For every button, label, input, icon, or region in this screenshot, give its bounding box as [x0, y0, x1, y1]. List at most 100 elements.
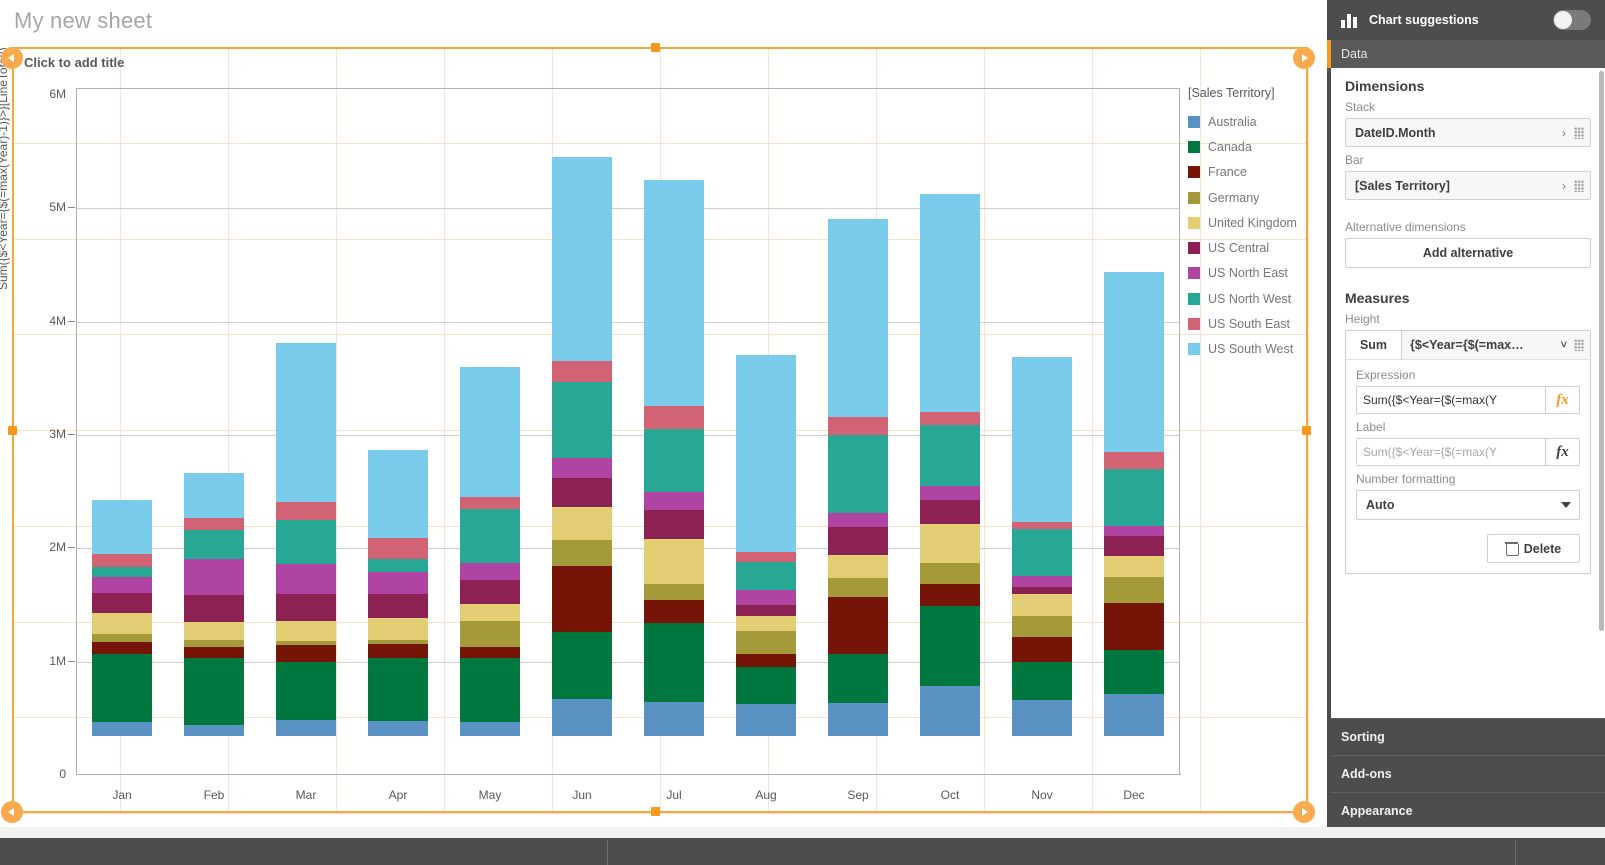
bar-segment[interactable] [828, 597, 888, 654]
bar-segment[interactable] [276, 501, 336, 520]
resize-handle-top-left[interactable] [1, 47, 23, 69]
bar-segment[interactable] [92, 641, 152, 655]
chevron-right-icon[interactable]: › [1562, 179, 1566, 193]
bar-segment[interactable] [552, 458, 612, 479]
drag-handle-icon[interactable] [1574, 339, 1584, 351]
bar-segment[interactable] [828, 526, 888, 556]
bar-segment[interactable] [644, 622, 704, 702]
bar-segment[interactable] [184, 647, 244, 659]
resize-handle-bottom[interactable] [651, 807, 660, 816]
bar-segment[interactable] [368, 449, 428, 539]
bar-segment[interactable] [644, 702, 704, 736]
bar-segment[interactable] [644, 584, 704, 600]
bar-segment[interactable] [460, 603, 520, 621]
bar-segment[interactable] [184, 517, 244, 531]
bar-stack[interactable] [1104, 272, 1164, 736]
bar-segment[interactable] [276, 594, 336, 621]
legend-item[interactable]: US North East [1188, 261, 1318, 286]
bar-segment[interactable] [644, 405, 704, 429]
bar-segment[interactable] [368, 721, 428, 736]
bar-segment[interactable] [828, 435, 888, 514]
bar-segment[interactable] [460, 496, 520, 509]
expression-input[interactable] [1357, 387, 1545, 413]
bar-segment[interactable] [460, 620, 520, 648]
bar-segment[interactable] [552, 361, 612, 382]
legend-item[interactable]: France [1188, 160, 1318, 185]
bar-segment[interactable] [920, 485, 980, 500]
bar-segment[interactable] [552, 631, 612, 699]
bar-stack[interactable] [552, 157, 612, 736]
bar-segment[interactable] [736, 562, 796, 591]
bar-segment[interactable] [1012, 637, 1072, 663]
bar-segment[interactable] [276, 620, 336, 642]
panel-section-add-ons[interactable]: Add-ons [1331, 755, 1605, 792]
bar-segment[interactable] [460, 658, 520, 722]
bar-segment[interactable] [1104, 576, 1164, 603]
bar-segment[interactable] [184, 658, 244, 726]
bar-segment[interactable] [552, 698, 612, 736]
bar-segment[interactable] [92, 654, 152, 723]
bar-segment[interactable] [552, 381, 612, 459]
bar-stack[interactable] [368, 449, 428, 736]
resize-handle-right[interactable] [1302, 426, 1311, 435]
bar-segment[interactable] [184, 530, 244, 560]
panel-scrollbar[interactable] [1599, 71, 1604, 631]
bar-segment[interactable] [1104, 452, 1164, 469]
bar-segment[interactable] [644, 600, 704, 623]
bar-segment[interactable] [92, 554, 152, 568]
dimension-field-bar[interactable]: [Sales Territory] › [1345, 171, 1591, 200]
bar-segment[interactable] [920, 412, 980, 426]
bar-segment[interactable] [460, 721, 520, 736]
bar-segment[interactable] [1104, 650, 1164, 694]
bar-segment[interactable] [1104, 693, 1164, 736]
bar-segment[interactable] [368, 644, 428, 658]
bar-segment[interactable] [1104, 602, 1164, 651]
bar-segment[interactable] [276, 662, 336, 721]
bar-segment[interactable] [552, 566, 612, 632]
bar-segment[interactable] [736, 654, 796, 667]
bar-segment[interactable] [1012, 662, 1072, 700]
bar-segment[interactable] [184, 559, 244, 596]
bar-segment[interactable] [92, 567, 152, 577]
bar-segment[interactable] [736, 552, 796, 563]
bar-segment[interactable] [644, 538, 704, 585]
bar-segment[interactable] [644, 510, 704, 539]
bar-segment[interactable] [368, 593, 428, 619]
bar-stack[interactable] [460, 367, 520, 736]
resize-handle-bottom-right[interactable] [1293, 801, 1315, 823]
bar-segment[interactable] [368, 657, 428, 722]
bar-segment[interactable] [644, 179, 704, 406]
bar-segment[interactable] [644, 491, 704, 511]
bar-segment[interactable] [920, 194, 980, 413]
chevron-right-icon[interactable]: › [1562, 126, 1566, 140]
bar-segment[interactable] [828, 577, 888, 598]
bar-segment[interactable] [736, 615, 796, 631]
bar-segment[interactable] [1012, 586, 1072, 595]
bar-segment[interactable] [276, 564, 336, 595]
bar-stack[interactable] [736, 355, 796, 736]
bar-segment[interactable] [92, 722, 152, 736]
legend-item[interactable]: US North West [1188, 286, 1318, 311]
bar-segment[interactable] [1012, 521, 1072, 529]
bar-segment[interactable] [368, 571, 428, 594]
bar-segment[interactable] [1104, 556, 1164, 577]
bar-segment[interactable] [276, 519, 336, 565]
bar-segment[interactable] [1012, 615, 1072, 638]
bar-segment[interactable] [1104, 526, 1164, 536]
bar-segment[interactable] [368, 559, 428, 572]
bar-stack[interactable] [276, 343, 336, 736]
bar-stack[interactable] [828, 219, 888, 736]
bar-segment[interactable] [920, 523, 980, 564]
label-input[interactable] [1357, 439, 1545, 465]
expression-fx-icon[interactable]: fx [1545, 387, 1579, 413]
bar-stack[interactable] [1012, 356, 1072, 736]
bar-segment[interactable] [920, 685, 980, 736]
bar-stack[interactable] [184, 472, 244, 736]
bar-segment[interactable] [460, 563, 520, 580]
bar-segment[interactable] [184, 472, 244, 518]
legend-item[interactable]: Germany [1188, 185, 1318, 210]
resize-handle-top-right[interactable] [1293, 47, 1315, 69]
bar-segment[interactable] [184, 622, 244, 641]
chevron-down-icon[interactable]: ˅ [1561, 339, 1567, 351]
bar-segment[interactable] [1104, 272, 1164, 453]
